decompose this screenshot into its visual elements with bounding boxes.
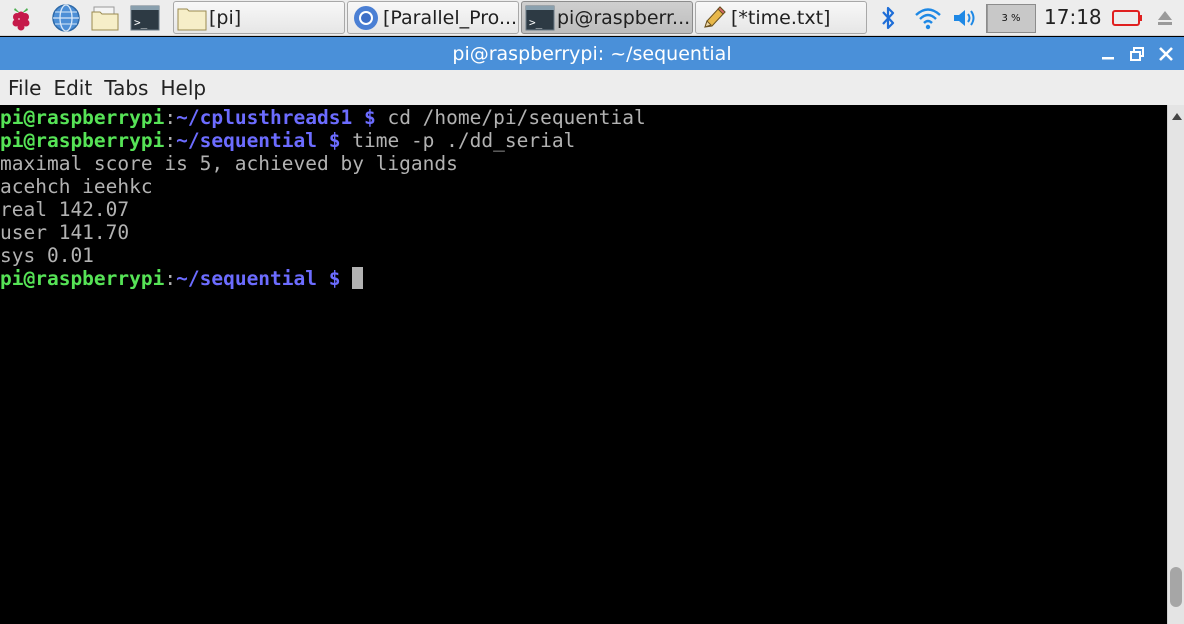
prompt-colon: : bbox=[164, 267, 177, 290]
output-line: user 141.70 bbox=[0, 221, 130, 244]
window-titlebar[interactable]: pi@raspberrypi: ~/sequential bbox=[0, 37, 1184, 70]
prompt-path: ~/cplusthreads1 $ bbox=[176, 106, 376, 129]
terminal-line: pi@raspberrypi:~/sequential $ time -p ./… bbox=[0, 129, 1167, 152]
terminal-line: pi@raspberrypi:~/cplusthreads1 $ cd /hom… bbox=[0, 106, 1167, 129]
output-line: acehch ieehkc bbox=[0, 175, 153, 198]
task-label: pi@raspberr... bbox=[557, 6, 691, 29]
output-line: real 142.07 bbox=[0, 198, 130, 221]
volume-icon[interactable] bbox=[950, 3, 980, 33]
task-button-chromium[interactable]: [Parallel_Pro... bbox=[347, 1, 519, 34]
menu-edit[interactable]: Edit bbox=[53, 76, 92, 100]
prompt-path: ~/sequential $ bbox=[176, 267, 341, 290]
task-label: [*time.txt] bbox=[731, 6, 831, 29]
prompt-colon: : bbox=[164, 129, 177, 152]
text-cursor bbox=[352, 267, 364, 289]
minimize-icon[interactable] bbox=[1095, 41, 1121, 67]
task-button-file-manager[interactable]: [pi] bbox=[173, 1, 345, 34]
taskbar: >_ [pi] [Parallel_Pro... >_ pi@raspberr.… bbox=[0, 0, 1184, 36]
chromium-icon bbox=[351, 4, 381, 32]
menu-file[interactable]: File bbox=[8, 76, 41, 100]
task-button-terminal[interactable]: >_ pi@raspberr... bbox=[521, 1, 693, 34]
folder-icon bbox=[177, 4, 207, 32]
pencil-icon bbox=[699, 4, 729, 32]
file-manager-icon[interactable] bbox=[90, 3, 120, 33]
terminal-output[interactable]: pi@raspberrypi:~/cplusthreads1 $ cd /hom… bbox=[0, 105, 1167, 624]
terminal-line: pi@raspberrypi:~/sequential $ bbox=[0, 267, 1167, 290]
command-text: cd /home/pi/sequential bbox=[375, 106, 646, 129]
task-button-text-editor[interactable]: [*time.txt] bbox=[695, 1, 867, 34]
output-line: sys 0.01 bbox=[0, 244, 94, 267]
svg-text:>_: >_ bbox=[134, 16, 148, 29]
scroll-up-arrow-icon[interactable] bbox=[1168, 109, 1184, 123]
svg-text:>_: >_ bbox=[529, 16, 543, 29]
prompt-user: pi@raspberrypi bbox=[0, 106, 165, 129]
task-label: [pi] bbox=[209, 6, 242, 29]
close-icon[interactable] bbox=[1153, 41, 1179, 67]
command-text: time -p ./dd_serial bbox=[340, 129, 576, 152]
eject-icon[interactable] bbox=[1152, 3, 1178, 33]
bluetooth-icon[interactable] bbox=[877, 3, 899, 33]
cpu-usage-bar bbox=[987, 5, 989, 32]
terminal-scrollbar[interactable] bbox=[1167, 105, 1184, 624]
menu-bar: File Edit Tabs Help bbox=[0, 70, 1184, 105]
web-browser-icon[interactable] bbox=[51, 3, 81, 33]
scroll-thumb[interactable] bbox=[1170, 567, 1182, 607]
wifi-icon[interactable] bbox=[912, 3, 944, 33]
cpu-usage-monitor: 3 % bbox=[986, 4, 1036, 33]
prompt-user: pi@raspberrypi bbox=[0, 129, 165, 152]
output-line: maximal score is 5, achieved by ligands bbox=[0, 152, 458, 175]
power-icon[interactable] bbox=[1110, 3, 1144, 33]
cpu-usage-label: 3 % bbox=[1001, 13, 1021, 24]
maximize-icon[interactable] bbox=[1124, 41, 1150, 67]
task-label: [Parallel_Pro... bbox=[383, 6, 518, 29]
raspberry-menu-icon[interactable] bbox=[6, 3, 36, 33]
menu-help[interactable]: Help bbox=[160, 76, 206, 100]
prompt-colon: : bbox=[164, 106, 177, 129]
terminal-icon: >_ bbox=[525, 4, 555, 32]
window-title: pi@raspberrypi: ~/sequential bbox=[452, 43, 732, 65]
menu-tabs[interactable]: Tabs bbox=[104, 76, 148, 100]
prompt-user: pi@raspberrypi bbox=[0, 267, 165, 290]
prompt-path: ~/sequential $ bbox=[176, 129, 341, 152]
terminal-launcher-icon[interactable]: >_ bbox=[130, 3, 160, 33]
clock[interactable]: 17:18 bbox=[1044, 5, 1102, 29]
